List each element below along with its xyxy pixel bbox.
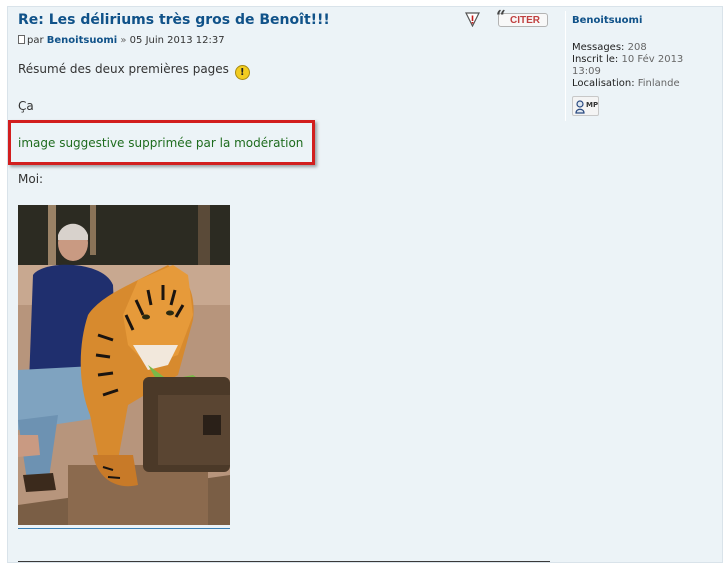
exclamation-smiley-icon: ! [234, 65, 250, 80]
signature-separator [18, 561, 550, 562]
private-message-button[interactable]: MP [572, 96, 599, 116]
profile-joined-date: 10 Fév 2013 [621, 54, 684, 65]
post-photo-man-with-tiger[interactable] [18, 205, 230, 525]
post-text-line: Moi: [18, 172, 44, 186]
forum-post: Re: Les déliriums très gros de Benoît!!!… [7, 6, 723, 563]
report-warning-icon[interactable] [465, 12, 480, 28]
highlight-box [8, 120, 315, 165]
post-text-line: Ça [18, 99, 34, 113]
user-pm-icon [575, 99, 585, 118]
profile-messages-count[interactable]: 208 [628, 42, 647, 53]
profile-joined-time: 13:09 [572, 66, 601, 77]
post-title[interactable]: Re: Les déliriums très gros de Benoît!!! [18, 12, 330, 28]
profile-username[interactable]: Benoitsuomi [572, 15, 683, 26]
post-profile: Benoitsuomi Messages: 208 Inscrit le: 10… [572, 15, 684, 89]
profile-location: Finlande [637, 78, 680, 89]
profile-divider [565, 11, 566, 121]
quote-icon: “ [496, 7, 506, 27]
quote-button[interactable]: “ CITER [496, 7, 548, 27]
image-link-underline [18, 528, 230, 529]
post-date: 05 Juin 2013 12:37 [129, 35, 225, 46]
post-author-link[interactable]: Benoitsuomi [47, 35, 117, 46]
post-byline: par Benoitsuomi » 05 Juin 2013 12:37 [18, 35, 225, 46]
post-icon [18, 35, 25, 44]
post-text-line: Résumé des deux premières pages ! [18, 62, 250, 80]
